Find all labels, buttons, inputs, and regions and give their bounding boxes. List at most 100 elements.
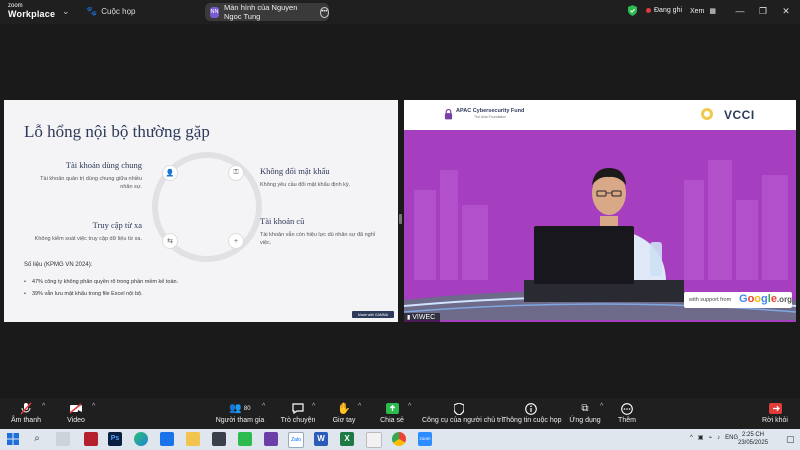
pdf-app-icon[interactable] — [84, 432, 98, 446]
restore-button[interactable]: ❐ — [757, 5, 769, 17]
more-icon — [614, 402, 640, 415]
file-explorer-icon[interactable] — [186, 432, 200, 446]
stat-item: 39% vẫn lưu mật khẩu trong file Excel nộ… — [24, 291, 143, 297]
apps-label: Ứng dụng — [569, 417, 601, 424]
grid-icon: ▦ — [709, 8, 716, 15]
excel-icon[interactable]: X — [340, 432, 354, 446]
share-button[interactable]: Chia sẻ — [378, 402, 406, 424]
more-options-icon[interactable]: ••• — [319, 6, 329, 18]
lock-icon — [444, 108, 453, 120]
app-icon[interactable] — [264, 432, 278, 446]
key-icon: ⚿ — [228, 165, 244, 181]
zalo-icon[interactable]: Zalo — [288, 432, 304, 448]
raise-hand-button[interactable]: ✋ Giơ tay — [328, 402, 360, 424]
video-label: Video — [67, 417, 85, 424]
shield-icon — [422, 402, 496, 415]
recording-dot-icon — [646, 8, 651, 13]
app-icon[interactable] — [238, 432, 252, 446]
remote-access-icon: ⇆ — [162, 233, 178, 249]
word-icon[interactable]: W — [314, 432, 328, 446]
leave-button[interactable]: Rời khỏi — [760, 402, 790, 424]
close-button[interactable]: ✕ — [780, 5, 792, 17]
paw-icon: 🐾 — [86, 6, 98, 16]
meetings-label: Cuộc họp — [101, 7, 136, 16]
signal-icon: ▮ — [407, 315, 411, 321]
recording-indicator[interactable]: Đang ghi — [646, 7, 682, 14]
chevron-up-icon[interactable]: ^ — [690, 435, 693, 441]
meetings-button[interactable]: 🐾 Cuộc họp — [86, 6, 135, 17]
task-view-icon[interactable] — [56, 432, 70, 446]
meeting-info-button[interactable]: Thông tin cuộc họp — [502, 402, 562, 424]
item-shared-account: Tài khoản dùng chung Tài khoản quản trị … — [14, 160, 142, 191]
raise-hand-options-caret[interactable]: ^ — [358, 403, 361, 410]
leave-label: Rời khỏi — [762, 417, 788, 424]
language-indicator[interactable]: ENG — [725, 435, 738, 441]
volume-icon[interactable]: ♪ — [717, 435, 720, 441]
share-options-caret[interactable]: ^ — [408, 403, 411, 410]
participants-icon: 👥 80 — [229, 403, 251, 414]
video-options-caret[interactable]: ^ — [92, 403, 95, 410]
minimize-button[interactable]: — — [734, 5, 746, 17]
item-remote-access: Truy cập từ xa Không kiểm soát việc truy… — [14, 220, 142, 243]
meeting-info-label: Thông tin cuộc họp — [502, 417, 562, 424]
screen-share-label: Màn hình của Nguyen Ngoc Tung — [224, 3, 298, 21]
chrome-icon[interactable] — [392, 432, 406, 446]
chat-options-caret[interactable]: ^ — [312, 403, 315, 410]
more-label: Thêm — [618, 417, 636, 424]
participant-name: VIWEC — [412, 314, 436, 321]
mute-label: Âm thanh — [11, 417, 41, 424]
raise-hand-label: Giơ tay — [332, 417, 356, 424]
stat-item: 47% công ty không phân quyền rõ trong ph… — [24, 279, 178, 285]
notification-icon[interactable]: ▢ — [786, 434, 795, 445]
more-button[interactable]: Thêm — [614, 402, 640, 424]
chevron-down-icon[interactable]: ⌄ — [62, 6, 70, 17]
screen-share-indicator[interactable]: NN Màn hình của Nguyen Ngoc Tung ••• — [205, 3, 329, 21]
user-icon: 👤 — [162, 165, 178, 181]
network-icon[interactable]: ⌁ — [709, 434, 713, 441]
zoom-app-icon[interactable]: zoom — [418, 432, 432, 446]
mail-icon[interactable] — [160, 432, 174, 446]
search-icon[interactable]: ⌕ — [30, 432, 44, 446]
sponsor-name: APAC Cybersecurity Fund The Asia Foundat… — [456, 108, 524, 119]
info-icon — [502, 402, 560, 415]
sponsor-subtitle: The Asia Foundation — [474, 115, 507, 119]
item-desc: Không kiểm soát việc truy cập dữ liệu từ… — [34, 236, 142, 242]
mute-button[interactable]: Âm thanh — [10, 402, 42, 424]
video-button[interactable]: Video — [62, 402, 90, 424]
panel-resize-handle[interactable] — [399, 214, 402, 224]
leave-icon — [760, 402, 790, 415]
notepad-icon[interactable] — [366, 432, 382, 448]
system-tray: ^ ▣ ⌁ ♪ ENG — [690, 434, 738, 442]
recording-label: Đang ghi — [654, 7, 683, 14]
google-support-badge: with support from Google.org — [684, 292, 792, 308]
host-tools-button[interactable]: Công cụ của người chủ trì — [422, 402, 503, 424]
participant-name-tag: ▮ VIWEC — [404, 313, 441, 322]
item-old-account: Tài khoản cũ Tài khoản vẫn còn hiệu lực … — [260, 216, 386, 247]
edge-browser-icon[interactable] — [134, 432, 148, 446]
participants-count: 80 — [243, 405, 251, 412]
gamma-watermark: Made with GAMMA — [352, 311, 394, 318]
user-plus-icon: + — [228, 233, 244, 249]
speaker-video[interactable]: APAC Cybersecurity Fund The Asia Foundat… — [404, 100, 796, 322]
sponsor-title: APAC Cybersecurity Fund — [456, 108, 525, 114]
apps-button[interactable]: ⧉ Ứng dụng — [568, 402, 602, 424]
item-desc: Tài khoản quản trị dùng chung giữa nhiều… — [40, 176, 142, 190]
view-button[interactable]: Xem ▦ — [690, 7, 716, 15]
stats-title: Số liệu (KPMG VN 2024): — [24, 262, 93, 268]
photoshop-icon[interactable]: Ps — [108, 432, 122, 446]
item-title: Không đổi mật khẩu — [260, 166, 330, 176]
participants-button[interactable]: 👥 80 Người tham gia — [212, 402, 268, 424]
apps-options-caret[interactable]: ^ — [600, 403, 603, 410]
windows-start-icon[interactable] — [6, 432, 20, 446]
app-icon[interactable] — [212, 432, 226, 446]
item-desc: Tài khoản vẫn còn hiệu lực dù nhân sự đã… — [260, 232, 375, 246]
shield-icon[interactable] — [628, 5, 637, 16]
participants-options-caret[interactable]: ^ — [262, 403, 265, 410]
taskbar-clock[interactable]: 2:25 CH 23/05/2025 — [738, 431, 768, 447]
share-screen-icon — [378, 402, 406, 415]
slide-title: Lỗ hổng nội bộ thường gặp — [24, 122, 210, 141]
video-off-icon — [62, 402, 90, 415]
mute-options-caret[interactable]: ^ — [42, 403, 45, 410]
app-tray-icon[interactable]: ▣ — [698, 434, 704, 441]
logo-bottom-text: Workplace — [8, 9, 56, 19]
